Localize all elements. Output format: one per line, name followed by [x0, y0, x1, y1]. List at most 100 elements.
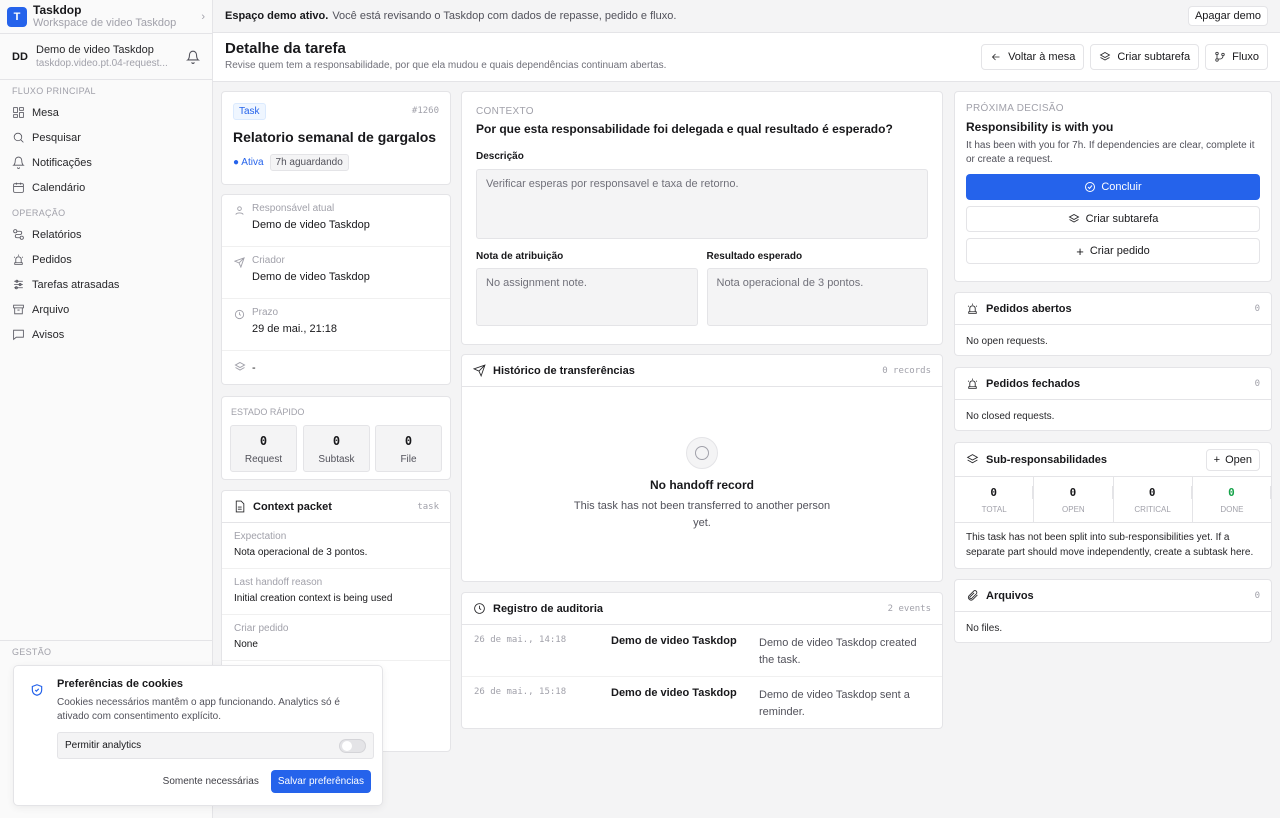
handoff-row: Last handoff reason Initial creation cont… — [222, 569, 450, 615]
files-count: 0 — [1254, 590, 1260, 601]
responsible-row: Responsável atual Demo de video Taskdop — [222, 195, 450, 247]
back-to-desk-button[interactable]: Voltar à mesa — [981, 44, 1085, 70]
bell-icon[interactable] — [186, 50, 200, 64]
request-label: Request — [244, 454, 283, 465]
next-decision-card: PRÓXIMA DECISÃO Responsibility is with y… — [954, 91, 1272, 282]
assignment-note-label: Nota de atribuição — [476, 251, 564, 262]
sidebar-item-notificacoes[interactable]: Notificações — [0, 150, 212, 175]
sidebar-item-label: Calendário — [32, 181, 86, 194]
file-label: File — [400, 454, 417, 465]
complete-button[interactable]: Concluir — [966, 174, 1260, 200]
send-icon — [234, 257, 245, 268]
empty-title: No handoff record — [650, 478, 754, 492]
layout-icon — [13, 107, 24, 118]
flow-button[interactable]: Fluxo — [1205, 44, 1268, 70]
analytics-toggle[interactable] — [339, 738, 366, 753]
cookie-text: Cookies necessários mantêm o app funcion… — [57, 697, 340, 722]
sidebar-item-label: Pesquisar — [32, 131, 81, 144]
context-question: Por que esta responsabilidade foi delega… — [476, 122, 893, 136]
create-subtask-button[interactable]: Criar subtarefa — [1090, 44, 1200, 70]
context-card: CONTEXTO Por que esta responsabilidade f… — [461, 91, 943, 345]
audit-date: 26 de mai., 15:18 — [474, 687, 567, 697]
create-request-button[interactable]: + Criar pedido — [966, 238, 1260, 264]
expectation-row: Expectation Nota operacional de 3 pontos. — [222, 523, 450, 569]
plus-icon: + — [1213, 453, 1221, 466]
button-label: Criar pedido — [1089, 245, 1150, 257]
create-subtask-button[interactable]: Criar subtarefa — [966, 206, 1260, 232]
parent-value: - — [252, 362, 256, 374]
nav-section-label: GESTÃO — [12, 647, 52, 657]
plus-icon: + — [1076, 243, 1084, 259]
files-title: Arquivos — [986, 589, 1034, 602]
sliders-icon — [14, 279, 23, 290]
files-empty: No files. — [966, 623, 1003, 634]
user-profile[interactable]: DD Demo de video Taskdop taskdop.video.p… — [0, 34, 212, 80]
page-header: Detalhe da tarefa Revise quem tem a resp… — [213, 33, 1280, 82]
button-label: Criar subtarefa — [1085, 213, 1159, 225]
sidebar-item-arquivo[interactable]: Arquivo — [0, 297, 212, 322]
audit-date: 26 de mai., 14:18 — [474, 635, 567, 645]
sidebar-item-tarefas-atrasadas[interactable]: Tarefas atrasadas — [0, 272, 212, 297]
assignment-note-field[interactable]: No assignment note. — [476, 268, 698, 326]
button-label: Voltar à mesa — [1008, 51, 1076, 63]
sidebar-item-avisos[interactable]: Avisos — [0, 322, 212, 347]
open-subresp-button[interactable]: + Open — [1205, 448, 1260, 471]
analytics-toggle-row[interactable]: Permitir analytics — [57, 732, 374, 759]
description-field[interactable]: Verificar esperas por responsavel e taxa… — [476, 169, 928, 239]
description-label: Descrição — [476, 151, 524, 162]
clock-icon — [234, 309, 245, 320]
button-label: Open — [1225, 453, 1252, 466]
subtask-stat: 0 Subtask — [303, 425, 370, 472]
waiting-badge: 7h aguardando — [269, 154, 349, 171]
due-value: 29 de mai., 21:18 — [252, 323, 338, 335]
workspace-switcher[interactable]: T Taskdop Workspace de video Taskdop › — [0, 0, 212, 34]
critical-label: CRITICAL — [1134, 505, 1171, 514]
analytics-label: Permitir analytics — [65, 740, 142, 751]
task-id: #1260 — [411, 106, 439, 116]
expected-result-field[interactable]: Nota operacional de 3 pontos. — [706, 268, 928, 326]
arrow-left-icon — [991, 53, 1000, 61]
send-icon — [473, 364, 486, 377]
save-preferences-button[interactable]: Salvar preferências — [270, 770, 371, 793]
button-label: Fluxo — [1232, 51, 1259, 63]
done-label: DONE — [1220, 505, 1244, 514]
context-packet-tag: task — [417, 501, 439, 512]
sidebar-item-label: Mesa — [32, 106, 59, 119]
task-summary-card: Task #1260 Relatorio semanal de gargalos… — [221, 91, 451, 185]
layers-icon — [1068, 213, 1080, 223]
closed-requests-title: Pedidos fechados — [986, 377, 1081, 390]
empty-text: This task has not been transferred to an… — [573, 500, 831, 529]
shield-icon — [31, 684, 43, 696]
handoff-history-card: Histórico de transferências 0 records No… — [461, 354, 943, 582]
handoff-history-count: 0 records — [882, 365, 931, 376]
open-requests-header: Pedidos abertos 0 — [955, 293, 1271, 325]
audit-event: Demo de video Taskdop sent a reminder. — [759, 689, 910, 718]
bell-icon — [12, 156, 25, 169]
open-count: 0 — [1034, 486, 1113, 499]
total-stat: 0 TOTAL — [955, 477, 1035, 522]
request-count: 0 — [259, 434, 268, 448]
necessary-only-button[interactable]: Somente necessárias — [163, 776, 259, 787]
open-stat: 0 OPEN — [1034, 477, 1114, 522]
critical-stat: 0 CRITICAL — [1114, 477, 1193, 522]
banner-strong: Espaço demo ativo. — [225, 10, 329, 22]
request-row: Criar pedido None — [222, 615, 450, 661]
user-email: taskdop.video.pt.04-request... — [36, 57, 168, 69]
total-label: TOTAL — [981, 505, 1007, 514]
audit-log-card: Registro de auditoria 2 events 26 de mai… — [461, 592, 943, 729]
closed-requests-empty: No closed requests. — [966, 411, 1055, 422]
sidebar-item-pedidos[interactable]: Pedidos — [0, 247, 212, 272]
table-row: 26 de mai., 15:18 Demo de video Taskdop De… — [462, 677, 942, 728]
demo-banner: Espaço demo ativo. Você está revisando o… — [213, 0, 1280, 33]
sidebar-item-label: Tarefas atrasadas — [32, 278, 120, 291]
creator-row: Criador Demo de video Taskdop — [222, 247, 450, 299]
sidebar-item-relatorios[interactable]: Relatórios — [0, 222, 212, 247]
sidebar-item-calendario[interactable]: Calendário — [0, 175, 212, 200]
check-circle-icon — [1085, 182, 1096, 192]
sidebar-item-pesquisar[interactable]: Pesquisar — [0, 125, 212, 150]
paperclip-icon — [968, 590, 978, 601]
closed-requests-count: 0 — [1254, 378, 1260, 389]
handoff-history-header: Histórico de transferências 0 records — [462, 355, 942, 387]
sidebar-item-mesa[interactable]: Mesa — [0, 100, 212, 125]
delete-demo-button[interactable]: Apagar demo — [1187, 6, 1268, 26]
